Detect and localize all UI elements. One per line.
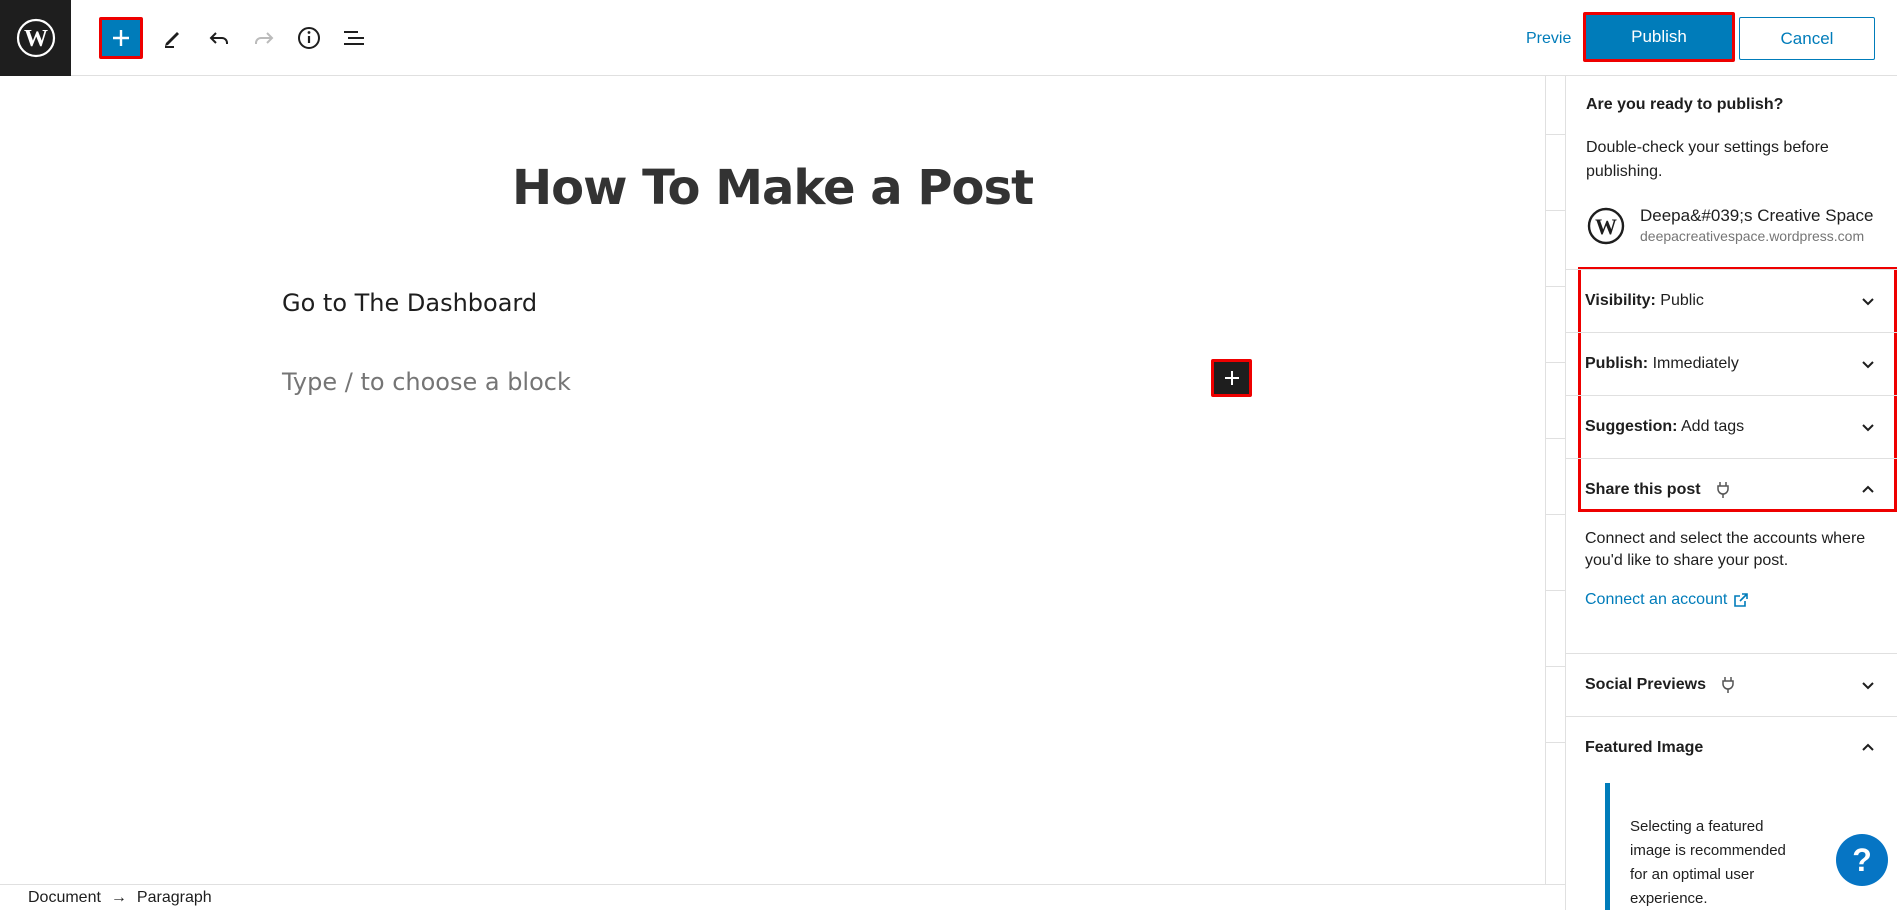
list-view-icon: [344, 31, 364, 45]
chevron-down-icon: [1862, 298, 1874, 306]
publish-label: Publish:: [1585, 355, 1649, 372]
site-url: deepacreativespace.wordpress.com: [1640, 228, 1865, 244]
gutter-divider: [1546, 362, 1566, 363]
editor-canvas: How To Make a Post Go to The Dashboard T…: [0, 76, 1545, 884]
visibility-row[interactable]: Visibility: Public: [1565, 269, 1897, 332]
paragraph-block[interactable]: Go to The Dashboard: [282, 289, 537, 317]
social-previews-label: Social Previews: [1585, 676, 1706, 693]
empty-block-placeholder[interactable]: Type / to choose a block: [282, 368, 571, 396]
site-info: W Deepa&#039;s Creative Space deepacreat…: [1586, 206, 1877, 246]
share-description: Connect and select the accounts where yo…: [1585, 530, 1866, 569]
gutter-divider: [1546, 666, 1566, 667]
gutter-divider: [1546, 286, 1566, 287]
plus-icon: [1224, 371, 1239, 385]
undo-icon: [209, 32, 228, 44]
gutter-divider: [1546, 590, 1566, 591]
cancel-button[interactable]: Cancel: [1739, 17, 1875, 60]
editor-top-bar: W Previe Publish Cancel: [0, 0, 1897, 76]
suggestion-row[interactable]: Suggestion: Add tags: [1565, 395, 1897, 458]
chevron-down-icon: [1862, 361, 1874, 369]
breadcrumb-arrow: →: [110, 888, 127, 906]
breadcrumb-paragraph[interactable]: Paragraph: [137, 889, 212, 907]
inline-add-block-button[interactable]: [1211, 359, 1252, 397]
connect-account-label: Connect an account: [1585, 591, 1728, 608]
gutter-divider: [1546, 514, 1566, 515]
site-name: Deepa&#039;s Creative Space: [1640, 206, 1874, 225]
help-button[interactable]: ?: [1836, 834, 1888, 886]
gutter-divider: [1546, 134, 1566, 135]
featured-image-row[interactable]: Featured Image: [1565, 716, 1897, 779]
suggestion-value: Add tags: [1681, 418, 1745, 435]
share-label: Share this post: [1585, 481, 1701, 498]
gutter-divider: [1546, 742, 1566, 743]
chevron-down-icon: [1862, 682, 1874, 690]
preview-link[interactable]: Previe: [1526, 30, 1571, 48]
social-previews-row[interactable]: Social Previews: [1565, 653, 1897, 716]
sidebar-gutter: [1545, 76, 1566, 884]
wordpress-logo-icon: W: [16, 18, 55, 58]
chevron-up-icon: [1862, 485, 1874, 493]
details-button[interactable]: [287, 17, 331, 59]
tools-button[interactable]: [151, 17, 195, 59]
connect-account-link[interactable]: Connect an account: [1585, 591, 1749, 609]
featured-image-notice: Selecting a featured image is recommende…: [1605, 783, 1805, 910]
post-title[interactable]: How To Make a Post: [0, 160, 1545, 216]
redo-button[interactable]: [242, 17, 286, 59]
featured-image-label: Featured Image: [1585, 739, 1704, 756]
plus-icon: [113, 30, 129, 46]
undo-button[interactable]: [197, 17, 241, 59]
svg-text:W: W: [1595, 214, 1617, 239]
redo-icon: [255, 32, 274, 44]
suggestion-label: Suggestion:: [1585, 418, 1678, 435]
ready-heading: Are you ready to publish?: [1586, 96, 1784, 113]
visibility-value: Public: [1660, 292, 1704, 309]
plug-icon: [1722, 677, 1734, 693]
gutter-divider: [1546, 210, 1566, 211]
publish-button[interactable]: Publish: [1583, 12, 1735, 62]
plug-icon: [1716, 482, 1729, 498]
info-icon: [298, 27, 320, 49]
share-post-row[interactable]: Share this post: [1565, 458, 1897, 521]
double-check-text: Double-check your settings before publis…: [1586, 139, 1829, 180]
svg-text:W: W: [24, 26, 48, 52]
external-link-icon: [1734, 593, 1749, 607]
block-breadcrumb: Document → Paragraph: [0, 884, 1565, 910]
gutter-divider: [1546, 438, 1566, 439]
add-block-button[interactable]: [99, 17, 143, 59]
pencil-icon: [165, 32, 179, 48]
breadcrumb-document[interactable]: Document: [28, 889, 101, 907]
chevron-down-icon: [1862, 424, 1874, 432]
chevron-up-icon: [1862, 743, 1874, 751]
wordpress-editor: W Previe Publish Cancel How To Make a Po…: [0, 0, 1897, 910]
publish-date-row[interactable]: Publish: Immediately: [1565, 332, 1897, 395]
publish-value: Immediately: [1652, 355, 1739, 372]
site-icon: W: [1587, 207, 1625, 245]
wordpress-logo-button[interactable]: W: [0, 0, 71, 76]
list-view-button[interactable]: [332, 17, 376, 59]
visibility-label: Visibility:: [1585, 292, 1656, 309]
